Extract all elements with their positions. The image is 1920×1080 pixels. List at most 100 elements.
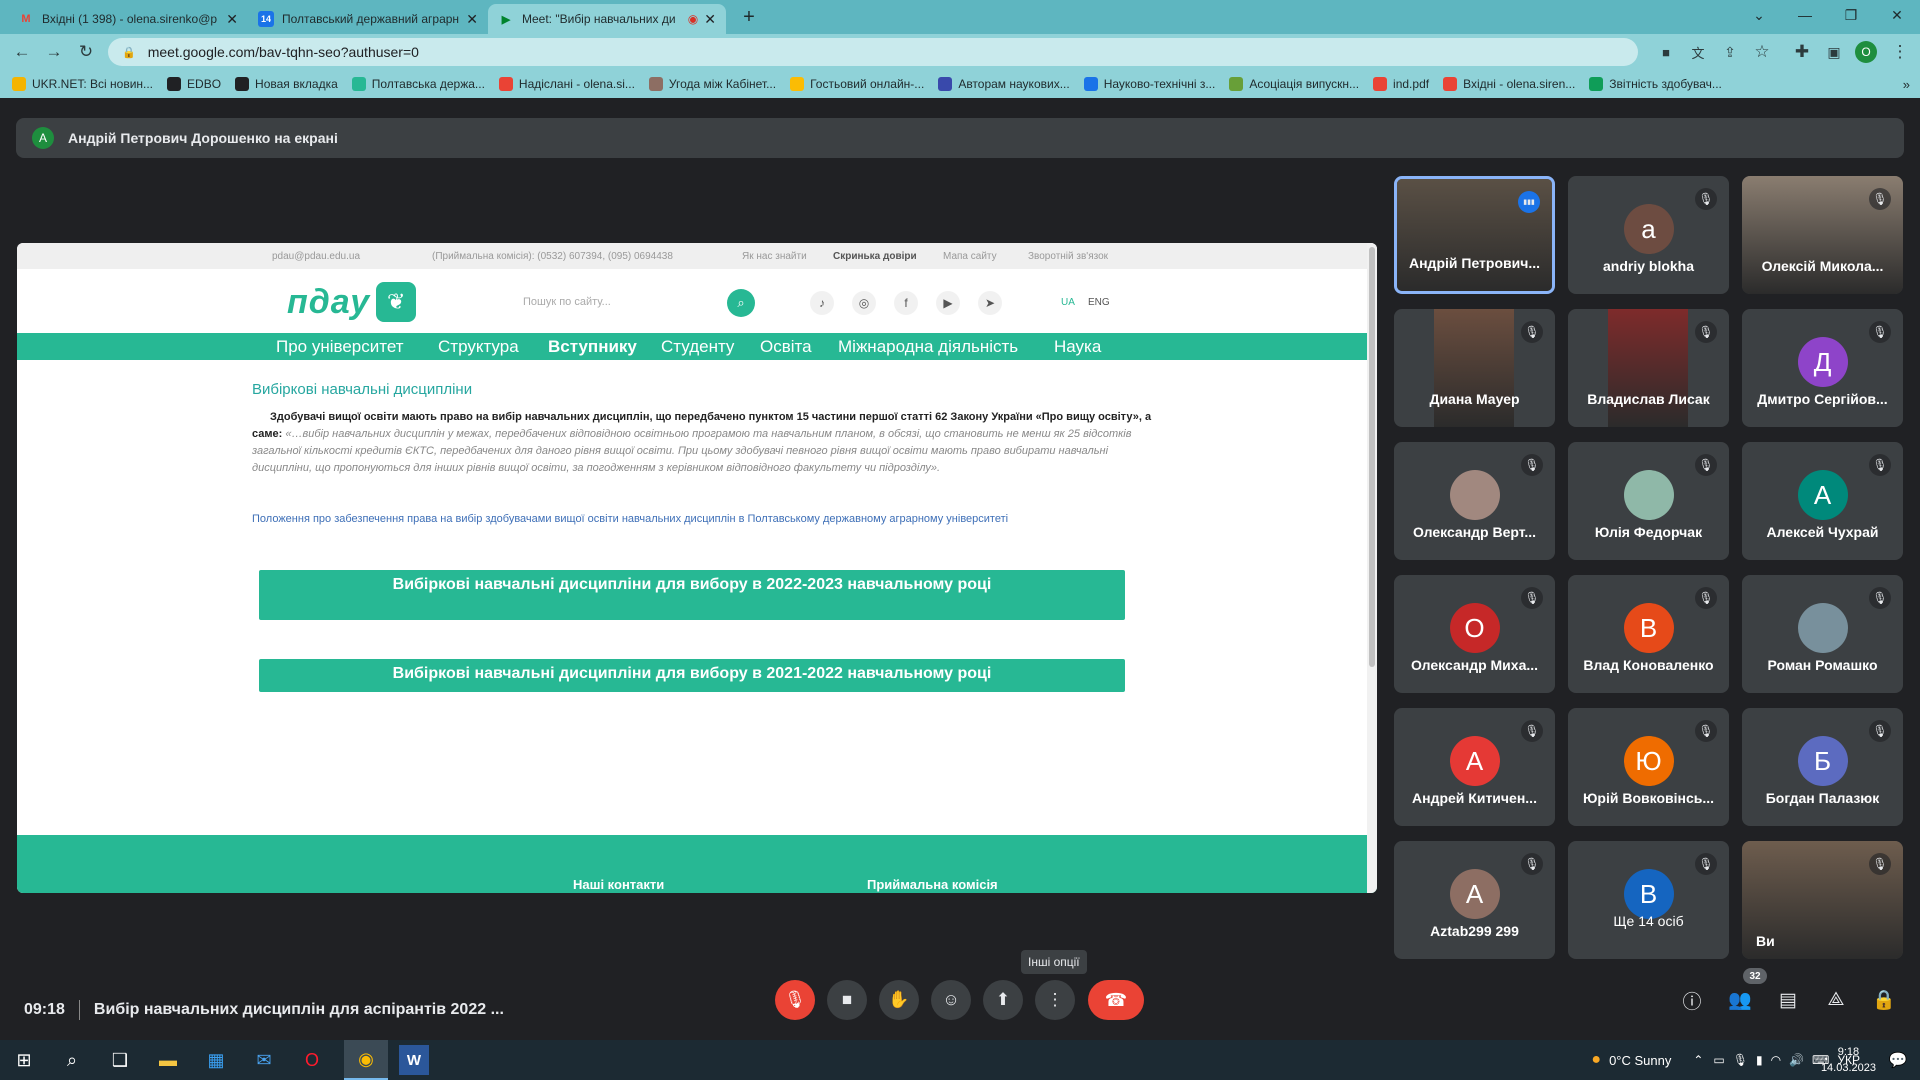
participant-tile[interactable]: 🎙 Владислав Лисак — [1568, 309, 1729, 427]
participant-tile[interactable]: B 🎙 Ще 14 осіб — [1568, 841, 1729, 959]
tiktok-icon: ♪ — [810, 291, 834, 315]
reactions-button[interactable]: ☺ — [931, 980, 971, 1020]
more-options-button[interactable]: ⋮ — [1035, 980, 1075, 1020]
word-icon[interactable]: W — [399, 1045, 429, 1075]
mic-icon[interactable]: 🎙 — [1733, 1053, 1748, 1067]
participant-tile[interactable]: 🎙 Олександр Верт... — [1394, 442, 1555, 560]
present-button[interactable]: ⬆ — [983, 980, 1023, 1020]
chat-button[interactable]: ▤ — [1772, 984, 1804, 1016]
minimize-button[interactable]: — — [1782, 0, 1828, 30]
camera-off-button[interactable]: ■ — [827, 980, 867, 1020]
raise-hand-button[interactable]: ✋ — [879, 980, 919, 1020]
forward-icon[interactable]: → — [38, 34, 70, 70]
side-panel-icon[interactable]: ▣ — [1818, 34, 1850, 70]
reload-icon[interactable]: ↻ — [70, 34, 102, 70]
bookmark-item[interactable]: Полтавська держа... — [351, 77, 485, 91]
participant-tile[interactable]: Ю 🎙 Юрій Вовковінсь... — [1568, 708, 1729, 826]
people-button[interactable]: 👥 — [1724, 984, 1756, 1016]
chrome-icon[interactable]: ◉ — [344, 1040, 388, 1080]
file-explorer-icon[interactable]: ▬ — [146, 1040, 190, 1080]
bookmark-item[interactable]: EDBO — [167, 77, 221, 91]
bookmark-item[interactable]: Асоціація випускн... — [1229, 77, 1359, 91]
avatar: O — [1855, 41, 1877, 63]
host-controls-button[interactable]: 🔒 — [1868, 984, 1900, 1016]
participant-tile[interactable]: 🎙 Роман Ромашко — [1742, 575, 1903, 693]
participant-tile[interactable]: A 🎙 Aztab299 299 — [1394, 841, 1555, 959]
participant-tile[interactable]: Д 🎙 Дмитро Сергійов... — [1742, 309, 1903, 427]
network-icon[interactable]: ▭ — [1713, 1053, 1724, 1067]
profile-button[interactable]: O — [1850, 34, 1882, 70]
participant-tile[interactable]: 🎙 Юлія Федорчак — [1568, 442, 1729, 560]
mic-off-icon: 🎙 — [1695, 321, 1717, 343]
bookmark-item[interactable]: Новая вкладка — [235, 77, 338, 91]
participant-tile[interactable]: А 🎙 Андрей Китичен... — [1394, 708, 1555, 826]
task-view-icon[interactable]: ❑ — [98, 1040, 142, 1080]
mail-icon[interactable]: ✉ — [242, 1040, 286, 1080]
tab-gmail[interactable]: M Вхідні (1 398) - olena.sirenko@p ✕ — [8, 4, 248, 34]
volume-icon[interactable]: 🔊 — [1789, 1053, 1804, 1067]
bookmark-item[interactable]: Гостьовий онлайн-... — [790, 77, 924, 91]
site-link: Скринька довіри — [833, 251, 917, 262]
close-icon[interactable]: ✕ — [226, 11, 238, 28]
share-icon[interactable]: ⇪ — [1714, 34, 1746, 70]
avatar: B — [1623, 869, 1674, 919]
search-icon[interactable]: ⌕ — [50, 1040, 94, 1080]
bookmarks-more-button[interactable]: » — [1903, 70, 1910, 98]
tab-calendar[interactable]: 14 Полтавський державний аграрн ✕ — [248, 4, 488, 34]
close-icon[interactable]: ✕ — [466, 11, 478, 28]
bookmark-item[interactable]: Вхідні - olena.siren... — [1443, 77, 1575, 91]
participant-tile[interactable]: В 🎙 Влад Коноваленко — [1568, 575, 1729, 693]
participant-tile[interactable]: 🎙 Олексій Микола... — [1742, 176, 1903, 294]
windows-start-icon[interactable]: ⊞ — [2, 1040, 46, 1080]
bookmark-item[interactable]: UKR.NET: Всі новин... — [12, 77, 153, 91]
bookmark-favicon-icon — [12, 77, 26, 91]
extensions-icon[interactable]: ✚ — [1786, 34, 1818, 70]
end-call-button[interactable]: ☎ — [1088, 980, 1144, 1020]
browser-toolbar: ← → ↻ 🔒 meet.google.com/bav-tqhn-seo?aut… — [0, 34, 1920, 70]
participant-tile[interactable]: 🎙 Диана Мауер — [1394, 309, 1555, 427]
tab-meet[interactable]: ▶ Meet: "Вибір навчальних ди ◉ ✕ — [488, 4, 726, 34]
notifications-icon[interactable]: 💬 — [1876, 1040, 1920, 1080]
translate-icon[interactable]: 文 — [1682, 34, 1714, 70]
battery-icon[interactable]: ▮ — [1756, 1053, 1763, 1067]
participant-tile[interactable]: Б 🎙 Богдан Палазюк — [1742, 708, 1903, 826]
bookmark-favicon-icon — [1373, 77, 1388, 91]
new-tab-button[interactable]: + — [736, 4, 762, 30]
participant-tile[interactable]: a 🎙 andriy blokha — [1568, 176, 1729, 294]
participant-tile[interactable]: 🎙 Ви — [1742, 841, 1903, 959]
bookmark-item[interactable]: Звітність здобувач... — [1589, 77, 1722, 91]
store-icon[interactable]: ▦ — [194, 1040, 238, 1080]
bookmark-item[interactable]: Угода між Кабінет... — [648, 77, 776, 91]
opera-icon[interactable]: O — [290, 1040, 334, 1080]
taskbar-clock[interactable]: 9:18 14.03.2023 — [1821, 1044, 1876, 1076]
back-icon[interactable]: ← — [6, 34, 38, 70]
avatar: Б — [1797, 736, 1848, 786]
camera-icon[interactable]: ■ — [1650, 34, 1682, 70]
activities-button[interactable]: ⟁ — [1820, 984, 1852, 1016]
mic-off-button[interactable]: 🎙 — [775, 980, 815, 1020]
restore-button[interactable]: ❐ — [1828, 0, 1874, 30]
bookmark-item[interactable]: Науково-технічні з... — [1083, 77, 1215, 91]
sun-icon: ● — [1591, 1051, 1602, 1068]
bookmark-item[interactable]: Авторам наукових... — [938, 77, 1070, 91]
site-header: пдау ❦ Пошук по сайту... ⌕ ♪ ◎ f ▶ ➤ UA … — [17, 269, 1377, 333]
bookmarks-bar: UKR.NET: Всі новин... EDBO Новая вкладка По… — [0, 70, 1920, 98]
participant-tile[interactable]: О 🎙 Олександр Миха... — [1394, 575, 1555, 693]
bookmark-label: Полтавська держа... — [371, 77, 485, 91]
meeting-details-button[interactable]: ⓘ — [1676, 984, 1708, 1016]
tab-search-icon[interactable]: ⌄ — [1736, 0, 1782, 30]
bookmark-item[interactable]: ind.pdf — [1373, 77, 1429, 91]
wifi-icon[interactable]: ◠ — [1771, 1053, 1781, 1067]
bookmark-favicon-icon — [648, 77, 663, 91]
close-window-button[interactable]: ✕ — [1874, 0, 1920, 30]
participant-tile[interactable]: ▮▮▮ Андрій Петрович... — [1394, 176, 1555, 294]
address-bar[interactable]: 🔒 meet.google.com/bav-tqhn-seo?authuser=… — [108, 38, 1638, 66]
bookmark-star-icon[interactable]: ☆ — [1746, 34, 1778, 70]
site-scrollbar-thumb — [1369, 247, 1375, 667]
bookmark-item[interactable]: Надіслані - olena.si... — [498, 77, 635, 91]
chevron-up-icon[interactable]: ⌃ — [1693, 1053, 1703, 1067]
menu-icon[interactable]: ⋮ — [1884, 34, 1916, 70]
close-icon[interactable]: ✕ — [704, 11, 716, 28]
weather-text: 0°C Sunny — [1609, 1052, 1672, 1068]
participant-tile[interactable]: А 🎙 Алексей Чухрай — [1742, 442, 1903, 560]
